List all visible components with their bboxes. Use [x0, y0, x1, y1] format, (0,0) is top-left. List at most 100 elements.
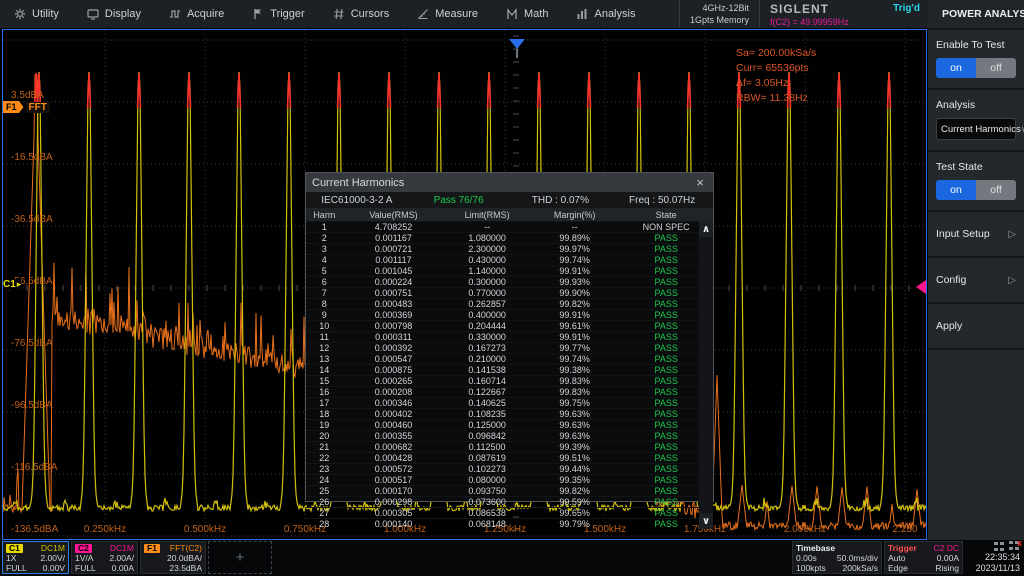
trigger-level-marker[interactable]	[916, 280, 926, 294]
measure-icon	[417, 8, 429, 20]
trigger-type: Edge	[888, 563, 908, 573]
db-axis-label: -136.5dBA	[11, 524, 58, 535]
channel1-box[interactable]: C1DC1M 1X2.00V/ FULL0.00V	[2, 541, 69, 574]
disconnected-x-icon: x	[1017, 538, 1022, 549]
channel2-box[interactable]: C2DC1M 1V/A2.00A/ FULL0.00A	[71, 541, 138, 574]
db-axis-label: -76.5dBA	[11, 338, 53, 349]
dialog-titlebar[interactable]: Current Harmonics ×	[306, 173, 713, 192]
scroll-up-icon[interactable]: ∧	[699, 221, 713, 237]
harmonic-row: 150.0002650.16071499.83%PASS	[306, 375, 713, 386]
spike-tip	[488, 73, 491, 108]
menu-bar: UtilityDisplayAcquireTriggerCursorsMeasu…	[0, 0, 928, 28]
lan-icon	[993, 542, 1005, 552]
timebase-box[interactable]: Timebase 0.00s50.0ms/div 100kpts200kSa/s	[792, 541, 882, 574]
f1-channel-marker[interactable]: F1 FFT	[3, 101, 50, 113]
trigger-position-tick	[516, 49, 518, 58]
harmonic-row: 220.0004280.08761999.51%PASS	[306, 452, 713, 463]
datetime-box: x 22:35:34 2023/11/13	[965, 541, 1023, 574]
db-axis-label: -36.5dBA	[11, 214, 53, 225]
analysis-dropdown[interactable]: Current Harmonics ∨	[936, 118, 1016, 140]
c1-attenuation: 1X	[6, 553, 16, 563]
db-axis-label: -116.5dBA	[11, 462, 58, 473]
gear-icon	[14, 8, 26, 20]
enable-to-test-toggle[interactable]: on off	[936, 58, 1016, 78]
spike-tip	[688, 73, 691, 108]
current-harmonics-dialog: Current Harmonics × IEC61000-3-2 A Pass …	[305, 172, 714, 502]
f1-scale: 20.0dBA/	[167, 553, 202, 563]
scroll-down-icon[interactable]: ∨	[699, 513, 713, 529]
harmonic-row: 180.0004020.10823599.63%PASS	[306, 408, 713, 419]
harmonic-row: 160.0002080.12266799.83%PASS	[306, 386, 713, 397]
trigger-level: 0.00A	[937, 553, 959, 563]
menu-item-trigger[interactable]: Trigger	[238, 0, 318, 28]
submenu-arrow-icon: ▷	[1008, 275, 1016, 286]
menu-item-analysis[interactable]: Analysis	[562, 0, 649, 28]
harmonic-row: 240.0005170.08000099.35%PASS	[306, 474, 713, 485]
function1-box[interactable]: F1FFT(C2) 20.0dBA/ 23.5dBA	[140, 541, 206, 574]
test-state-on-button[interactable]: on	[936, 180, 976, 200]
harmonic-row: 40.0011170.43000099.74%PASS	[306, 254, 713, 265]
trigger-position-marker[interactable]	[509, 39, 525, 49]
c2-bandwidth: FULL	[75, 563, 96, 573]
enable-on-button[interactable]: on	[936, 58, 976, 78]
config-button[interactable]: Config ▷	[928, 258, 1024, 304]
test-state-section: Test State on off	[928, 152, 1024, 212]
standard-label: IEC61000-3-2 A	[306, 195, 408, 206]
c1-scale: 2.00V/	[40, 553, 65, 563]
harmonic-row: 200.0003550.09684299.63%PASS	[306, 430, 713, 441]
trigger-status-badge: Trig'd	[893, 3, 920, 14]
harmonic-row: 270.0003050.08653899.65%PASS	[306, 507, 713, 518]
pass-result: Pass 76/76	[408, 195, 510, 206]
harmonic-row: 250.0001700.09375099.82%PASS	[306, 485, 713, 496]
spike-tip	[438, 73, 441, 108]
acquisition-info: Sa= 200.00kSa/sCurr= 65536ptsΔf= 3.05HzR…	[736, 46, 816, 106]
menu-item-acquire[interactable]: Acquire	[155, 0, 238, 28]
harmonic-row: 210.0006820.11250099.39%PASS	[306, 441, 713, 452]
power-analysis-panel: POWER ANALYSIS Enable To Test on off Ana…	[928, 0, 1024, 540]
column-header: Limit(RMS)	[444, 210, 529, 220]
freq-axis-label: 0.250kHz	[84, 524, 126, 535]
menu-item-utility[interactable]: Utility	[0, 0, 73, 28]
harmonic-row: 170.0003460.14062599.75%PASS	[306, 397, 713, 408]
spec-memory: 1Gpts Memory	[690, 14, 749, 26]
harmonic-row: 30.0007212.30000099.97%PASS	[306, 243, 713, 254]
add-channel-button[interactable]: +	[208, 541, 272, 574]
c2-attenuation: 1V/A	[75, 553, 93, 563]
acq-info-line: Curr= 65536pts	[736, 61, 816, 76]
harmonic-row: 80.0004830.26285799.82%PASS	[306, 298, 713, 309]
test-state-toggle[interactable]: on off	[936, 180, 1016, 200]
table-scrollbar[interactable]: ∧ ∨	[699, 221, 713, 529]
harmonic-row: 140.0008750.14153899.38%PASS	[306, 364, 713, 375]
f1-offset: 23.5dBA	[169, 563, 202, 573]
harmonics-table: HarmValue(RMS)Limit(RMS)Margin(%)State 1…	[306, 208, 713, 529]
harmonic-row: 100.0007980.20444499.61%PASS	[306, 320, 713, 331]
spike-tip	[588, 73, 591, 108]
close-icon[interactable]: ×	[693, 176, 707, 189]
enable-to-test-section: Enable To Test on off	[928, 30, 1024, 90]
harmonic-row: 230.0005720.10227399.44%PASS	[306, 463, 713, 474]
menu-item-cursors[interactable]: Cursors	[319, 0, 404, 28]
c1-channel-marker[interactable]: C1 ▸	[3, 279, 21, 290]
input-setup-button[interactable]: Input Setup ▷	[928, 212, 1024, 258]
f1-trace-label: FFT	[26, 102, 50, 113]
apply-button[interactable]: Apply	[928, 304, 1024, 350]
brand-block: SIGLENT Trig'd f(C2) = 49.99959Hz	[760, 0, 928, 28]
menu-item-display[interactable]: Display	[73, 0, 155, 28]
trigger-box[interactable]: TriggerC2 DC Auto0.00A EdgeRising	[884, 541, 963, 574]
test-state-off-button[interactable]: off	[976, 180, 1016, 200]
harmonic-row: 280.0001400.06814899.79%PASS	[306, 518, 713, 529]
harmonic-row: 120.0003920.16727399.77%PASS	[306, 342, 713, 353]
clock-time: 22:35:34	[968, 552, 1020, 563]
spike-tip	[388, 73, 391, 108]
timebase-scale: 50.0ms/div	[837, 553, 878, 563]
menu-item-math[interactable]: Math	[492, 0, 562, 28]
f1-badge: F1	[3, 101, 24, 113]
spec-bandwidth: 4GHz-12Bit	[690, 2, 749, 14]
harmonic-row: 70.0007510.77000099.90%PASS	[306, 287, 713, 298]
acquire-icon	[169, 8, 181, 20]
spike-tip	[288, 73, 291, 108]
menu-item-measure[interactable]: Measure	[403, 0, 492, 28]
c2-offset: 0.00A	[112, 563, 134, 573]
enable-off-button[interactable]: off	[976, 58, 1016, 78]
freq-value: Freq : 50.07Hz	[611, 195, 713, 206]
